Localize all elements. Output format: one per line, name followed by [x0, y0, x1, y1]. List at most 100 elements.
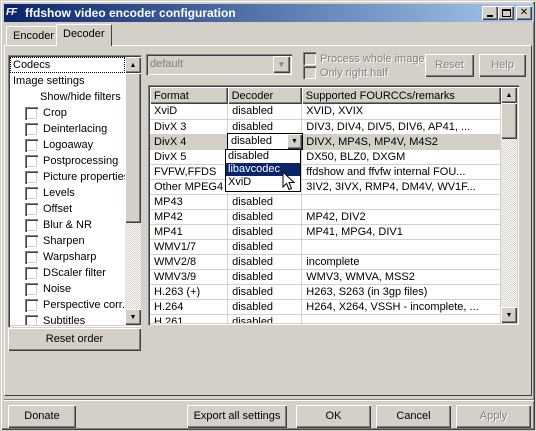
cell-decoder[interactable]: disabled	[227, 284, 303, 300]
scroll-thumb[interactable]	[125, 73, 141, 223]
cell-decoder[interactable]: disabled	[227, 239, 303, 255]
table-row[interactable]: MP43 disabled	[150, 194, 501, 210]
cell-format: WMV1/7	[150, 239, 229, 255]
filter-list-item[interactable]: Perspective corr.	[10, 297, 125, 313]
codecs-grid-scrollbar[interactable]: ▲ ▼	[501, 87, 517, 323]
filter-checkbox[interactable]	[25, 315, 38, 325]
table-row[interactable]: DivX 5disabledDX50, BLZ0, DXGM	[150, 149, 501, 165]
filter-list-item[interactable]: Noise	[10, 281, 125, 297]
table-row[interactable]: XviD disabled XVID, XVIX	[150, 104, 501, 120]
filter-checkbox[interactable]	[25, 107, 38, 120]
column-header-remarks[interactable]: Supported FOURCCs/remarks	[301, 87, 501, 104]
filter-checkbox[interactable]	[25, 267, 38, 280]
filter-list-item[interactable]: Codecs	[10, 57, 125, 73]
filter-list-item-label: Postprocessing	[43, 155, 119, 167]
cell-decoder[interactable]: disabled	[227, 104, 303, 120]
filter-list-item[interactable]: Show/hide filters	[10, 89, 125, 105]
cell-decoder[interactable]: disabled	[227, 314, 303, 323]
cell-decoder[interactable]: disabled	[227, 194, 303, 210]
table-row[interactable]: MP41 disabled MP41, MPG4, DIV1	[150, 224, 501, 240]
cell-decoder[interactable]: disabled	[227, 209, 303, 225]
filter-checkbox[interactable]	[25, 219, 38, 232]
table-row[interactable]: H.261 disabled	[150, 314, 501, 323]
donate-button[interactable]: Donate	[8, 405, 76, 428]
filter-list-item[interactable]: Picture properties	[10, 169, 125, 185]
filter-checkbox[interactable]	[25, 299, 38, 312]
filter-checkbox[interactable]	[25, 123, 38, 136]
scroll-up-button[interactable]: ▲	[501, 87, 517, 103]
table-row[interactable]: MP42 disabled MP42, DIV2	[150, 209, 501, 225]
export-all-settings-button[interactable]: Export all settings	[187, 405, 287, 428]
table-row[interactable]: WMV2/8 disabled incomplete	[150, 254, 501, 270]
filter-checkbox[interactable]	[25, 283, 38, 296]
maximize-icon	[501, 9, 511, 17]
filter-list-item[interactable]: Warpsharp	[10, 249, 125, 265]
cancel-button[interactable]: Cancel	[376, 405, 451, 428]
table-row[interactable]: FVFW,FFDSdisabledffdshow and ffvfw inter…	[150, 164, 501, 180]
cell-decoder[interactable]: disabled	[227, 254, 303, 270]
dropdown-option-disabled[interactable]: disabled	[226, 150, 300, 163]
preset-combo[interactable]: default ▼	[146, 54, 292, 75]
preset-combo-value: default	[150, 58, 184, 70]
column-header-decoder[interactable]: Decoder	[227, 87, 302, 104]
filter-list-item[interactable]: Sharpen	[10, 233, 125, 249]
scroll-down-button[interactable]: ▼	[501, 307, 517, 323]
minimize-button[interactable]	[482, 6, 498, 20]
filter-list-item-label: Offset	[43, 203, 73, 215]
filter-checkbox[interactable]	[25, 251, 38, 264]
filter-list-item[interactable]: Deinterlacing	[10, 121, 125, 137]
filter-list-item[interactable]: Offset	[10, 201, 125, 217]
codecs-grid[interactable]: Format Decoder Supported FOURCCs/remarks…	[148, 85, 519, 325]
filter-checkbox[interactable]	[25, 187, 38, 200]
filter-list-item[interactable]: Subtitles	[10, 313, 125, 325]
filter-checkbox[interactable]	[25, 235, 38, 248]
ok-button[interactable]: OK	[296, 405, 371, 428]
title-bar[interactable]: FF ffdshow video encoder configuration ✕	[4, 4, 534, 22]
close-button[interactable]: ✕	[516, 6, 532, 20]
arrow-up-icon: ▲	[129, 61, 137, 69]
table-row[interactable]: Other MPEG4disabled3IV2, 3IVX, RMP4, DM4…	[150, 179, 501, 195]
filter-list-item[interactable]: Postprocessing	[10, 153, 125, 169]
cell-decoder[interactable]: disabled	[227, 119, 303, 135]
table-row[interactable]: WMV3/9 disabled WMV3, WMVA, MSS2	[150, 269, 501, 285]
table-row[interactable]: DivX 3 disabled DIV3, DIV4, DIV5, DIV6, AP…	[150, 119, 501, 135]
mouse-pointer-icon	[282, 171, 295, 191]
filter-list-item[interactable]: Image settings	[10, 73, 125, 89]
table-row[interactable]: H.264 disabled H264, X264, VSSH - incomple…	[150, 299, 501, 315]
filter-checkbox[interactable]	[25, 139, 38, 152]
cell-decoder[interactable]: disabled	[227, 269, 303, 285]
cell-decoder[interactable]: disabled	[227, 224, 303, 240]
apply-button[interactable]: Apply	[456, 405, 531, 428]
tab-decoder[interactable]: Decoder	[56, 24, 112, 46]
table-row[interactable]: DivX 4disabled DIVX, MP4S, MP4V, M4S2	[150, 134, 501, 150]
filter-checkbox[interactable]	[25, 203, 38, 216]
help-button[interactable]: Help	[479, 54, 526, 77]
filter-list-item[interactable]: Logoaway	[10, 137, 125, 153]
filter-list-item[interactable]: DScaler filter	[10, 265, 125, 281]
table-row[interactable]: H.263 (+) disabled H263, S263 (in 3gp file…	[150, 284, 501, 300]
scroll-thumb[interactable]	[501, 103, 517, 139]
cell-decoder[interactable]: disabled	[227, 299, 303, 315]
decoder-cell-editor[interactable]: disabled ▼	[227, 133, 303, 150]
column-header-format[interactable]: Format	[150, 87, 228, 104]
filter-list-scrollbar[interactable]: ▲ ▼	[125, 57, 141, 325]
scroll-up-button[interactable]: ▲	[125, 57, 141, 73]
table-row[interactable]: WMV1/7 disabled	[150, 239, 501, 255]
only-right-half-checkbox[interactable]: Only right half	[303, 66, 388, 79]
maximize-button[interactable]	[498, 6, 514, 20]
decoder-cell-dropdown-button[interactable]: ▼	[287, 134, 302, 149]
filter-list-item[interactable]: Blur & NR	[10, 217, 125, 233]
process-whole-image-checkbox[interactable]: Process whole image	[303, 52, 425, 65]
filter-list-item[interactable]: Crop	[10, 105, 125, 121]
reset-order-button[interactable]: Reset order	[8, 328, 141, 351]
preset-combo-arrow[interactable]: ▼	[273, 56, 290, 73]
filter-list[interactable]: Codecs Image settings Show/hide filters Cro…	[8, 55, 141, 327]
filter-checkbox[interactable]	[25, 155, 38, 168]
tab-encoder[interactable]: Encoder	[6, 26, 61, 46]
filter-checkbox[interactable]	[25, 171, 38, 184]
reset-button[interactable]: Reset	[425, 54, 474, 77]
scroll-down-button[interactable]: ▼	[125, 309, 141, 325]
filter-list-item[interactable]: Levels	[10, 185, 125, 201]
cell-format: XviD	[150, 104, 229, 120]
cell-format: H.264	[150, 299, 229, 315]
